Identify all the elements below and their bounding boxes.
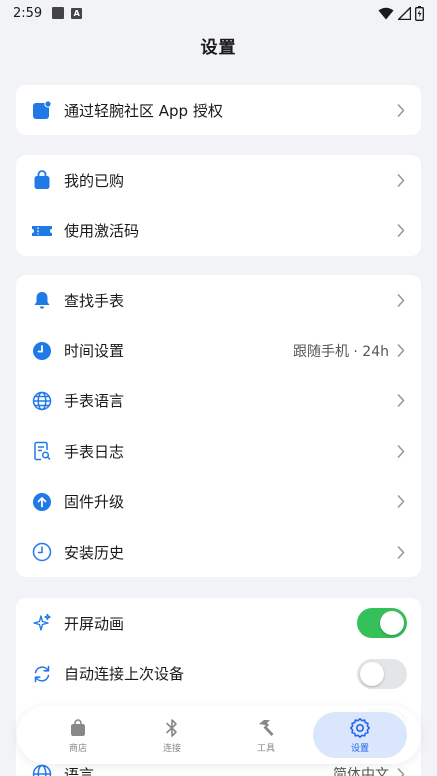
settings-row-time[interactable]: 时间设置 跟随手机 · 24h — [16, 325, 421, 375]
settings-row-auto-connect: 自动连接上次设备 — [16, 648, 421, 698]
settings-row-install-history[interactable]: 安装历史 — [16, 527, 421, 577]
notification-a-icon: A — [71, 7, 83, 19]
chevron-right-icon — [395, 443, 407, 459]
signal-icon — [398, 6, 411, 20]
hammer-icon — [255, 717, 277, 739]
bottom-tab-bar: 商店 连接 工具 设置 — [17, 706, 421, 764]
bluetooth-icon — [161, 717, 183, 739]
sparkle-icon — [31, 612, 53, 634]
settings-row-purchases[interactable]: 我的已购 — [16, 155, 421, 205]
chevron-right-icon — [395, 766, 407, 776]
chevron-right-icon — [395, 292, 407, 308]
settings-row-find-watch[interactable]: 查找手表 — [16, 275, 421, 325]
upgrade-arrow-icon — [31, 491, 53, 513]
row-label: 自动连接上次设备 — [64, 665, 185, 684]
tab-tools[interactable]: 工具 — [219, 712, 313, 758]
auto-connect-toggle[interactable] — [357, 658, 407, 689]
row-label: 固件升级 — [64, 493, 125, 512]
time-setting-value: 跟随手机 · 24h — [292, 343, 389, 360]
bell-icon — [31, 289, 53, 311]
app-language-value: 简体中文 — [333, 767, 389, 776]
chevron-right-icon — [395, 494, 407, 510]
authorize-card: 通过轻腕社区 App 授权 — [16, 85, 421, 136]
chevron-right-icon — [395, 544, 407, 560]
row-label: 我的已购 — [64, 171, 125, 190]
row-label: 使用激活码 — [64, 222, 140, 241]
row-label: 安装历史 — [64, 543, 125, 562]
wifi-icon — [378, 7, 394, 19]
history-clock-icon — [31, 541, 53, 563]
row-label: 开屏动画 — [64, 614, 125, 633]
toggle-knob — [360, 661, 384, 686]
settings-row-firmware-upgrade[interactable]: 固件升级 — [16, 477, 421, 527]
row-label: 通过轻腕社区 App 授权 — [64, 101, 223, 120]
splash-animation-toggle[interactable] — [357, 608, 407, 639]
tab-store[interactable]: 商店 — [31, 712, 125, 758]
store-bag-icon — [67, 717, 89, 739]
globe-icon — [31, 390, 53, 412]
tab-label: 连接 — [162, 743, 181, 754]
row-label: 手表日志 — [64, 442, 125, 461]
clock-icon — [31, 340, 53, 362]
settings-row-watch-language[interactable]: 手表语言 — [16, 376, 421, 426]
page-title: 设置 — [200, 38, 237, 58]
chevron-right-icon — [395, 343, 407, 359]
tab-label: 工具 — [256, 743, 275, 754]
toggle-knob — [380, 611, 404, 636]
tab-label: 设置 — [350, 743, 369, 754]
chevron-right-icon — [395, 102, 407, 118]
row-label: 查找手表 — [64, 291, 125, 310]
tab-label: 商店 — [68, 743, 87, 754]
purchase-card: 我的已购 使用激活码 — [16, 155, 421, 256]
sync-icon — [31, 663, 53, 685]
watch-settings-card: 查找手表 时间设置 跟随手机 · 24h 手表语言 手表日志 固件升级 安装历史 — [16, 275, 421, 578]
settings-row-activation-code[interactable]: 使用激活码 — [16, 205, 421, 255]
chevron-right-icon — [395, 393, 407, 409]
tab-connect[interactable]: 连接 — [125, 712, 219, 758]
globe-icon — [31, 763, 53, 776]
row-label: 语言 — [64, 765, 95, 776]
settings-row-watch-log[interactable]: 手表日志 — [16, 426, 421, 476]
status-bar: 2:59 A — [0, 0, 437, 26]
row-label: 手表语言 — [64, 392, 125, 411]
app-badge-icon — [31, 99, 53, 121]
gear-icon — [349, 717, 371, 739]
chevron-right-icon — [395, 223, 407, 239]
row-label: 时间设置 — [64, 342, 125, 361]
log-document-icon — [31, 440, 53, 462]
settings-row-splash-animation: 开屏动画 — [16, 598, 421, 648]
notification-square-icon — [52, 7, 65, 19]
battery-icon — [415, 5, 424, 21]
status-time: 2:59 — [13, 5, 43, 21]
ticket-icon — [31, 220, 53, 242]
settings-row-community-authorize[interactable]: 通过轻腕社区 App 授权 — [16, 85, 421, 135]
shopping-bag-icon — [31, 169, 53, 191]
chevron-right-icon — [395, 172, 407, 188]
tab-settings[interactable]: 设置 — [313, 712, 407, 758]
